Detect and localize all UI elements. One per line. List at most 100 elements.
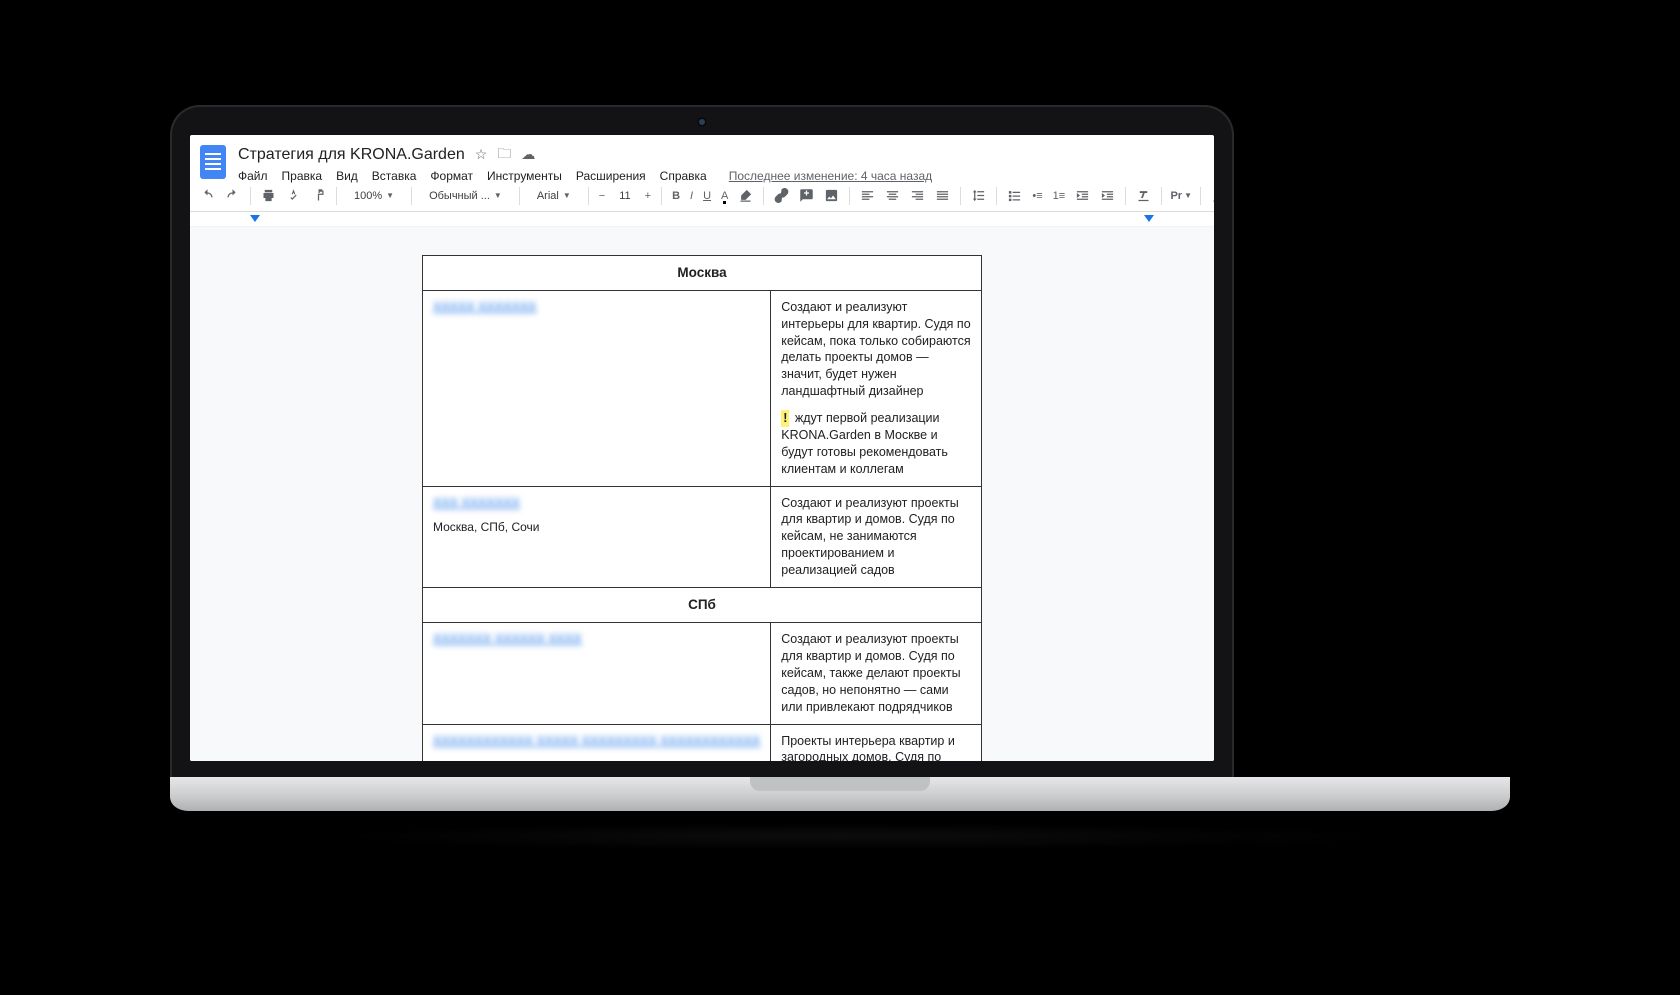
decrease-indent-icon[interactable] — [1075, 187, 1090, 205]
font-size-decrease-icon[interactable]: − — [599, 187, 605, 205]
laptop-lid: Стратегия для KRONA.Garden ☆ 🗀 ☁ Файл Пр… — [170, 105, 1234, 781]
laptop-base — [170, 777, 1510, 811]
toolbar: 100%▼ Обычный ...▼ Arial▼ − 11 + B I U A — [190, 183, 1214, 212]
separator — [1125, 187, 1126, 205]
separator — [996, 187, 997, 205]
separator — [411, 187, 412, 205]
increase-indent-icon[interactable] — [1100, 187, 1115, 205]
paint-format-icon[interactable] — [311, 187, 326, 205]
company-cell[interactable]: XXXXXXXXXXXX XXXXX XXXXXXXXX XXXXXXXXXXX… — [423, 724, 771, 761]
numbered-list-icon[interactable]: 1≡ — [1053, 187, 1066, 205]
font-size-input[interactable]: 11 — [615, 188, 634, 204]
document-title[interactable]: Стратегия для KRONA.Garden — [238, 146, 465, 164]
border-color-icon[interactable] — [1211, 187, 1214, 205]
separator — [336, 187, 337, 205]
line-spacing-icon[interactable] — [971, 187, 986, 205]
menu-insert[interactable]: Вставка — [372, 169, 417, 183]
align-left-icon[interactable] — [860, 187, 875, 205]
menu-edit[interactable]: Правка — [282, 169, 323, 183]
content-table[interactable]: Москва XXXXX XXXXXXX Создают и реализуют и… — [422, 255, 982, 761]
company-cell[interactable]: XXX XXXXXXX Москва, СПб, Сочи — [423, 486, 771, 587]
separator — [1200, 187, 1201, 205]
undo-icon[interactable] — [200, 187, 215, 205]
table-row[interactable]: XXXXX XXXXXXX Создают и реализуют интерье… — [423, 290, 982, 486]
move-icon[interactable]: 🗀 — [497, 143, 511, 167]
table-row[interactable]: XXX XXXXXXX Москва, СПб, Сочи Создают и ре… — [423, 486, 982, 587]
paragraph: Создают и реализуют проекты для квартир … — [781, 631, 971, 715]
description-cell[interactable]: Создают и реализуют интерьеры для кварти… — [771, 290, 982, 486]
company-link[interactable]: XXXXXXXXXXXX XXXXX XXXXXXXXX XXXXXXXXXXX… — [433, 733, 760, 750]
company-link[interactable]: XXXXXXX XXXXXX XXXX — [433, 631, 582, 648]
separator — [763, 187, 764, 205]
add-comment-icon[interactable] — [799, 187, 814, 205]
google-docs-logo-icon[interactable] — [200, 145, 226, 179]
menu-extensions[interactable]: Расширения — [576, 169, 646, 183]
page[interactable]: Москва XXXXX XXXXXXX Создают и реализуют и… — [422, 255, 982, 761]
text-color-icon[interactable]: A — [721, 187, 728, 205]
screen: Стратегия для KRONA.Garden ☆ 🗀 ☁ Файл Пр… — [190, 135, 1214, 761]
left-indent-marker-icon[interactable] — [250, 215, 260, 222]
description-cell[interactable]: Проекты интерьера квартир и загородных д… — [771, 724, 982, 761]
separator — [519, 187, 520, 205]
bold-icon[interactable]: B — [672, 187, 680, 205]
clear-formatting-icon[interactable] — [1136, 187, 1151, 205]
separator — [849, 187, 850, 205]
menu-help[interactable]: Справка — [660, 169, 707, 183]
separator — [588, 187, 589, 205]
separator — [960, 187, 961, 205]
menu-format[interactable]: Формат — [430, 169, 473, 183]
separator — [250, 187, 251, 205]
section-header[interactable]: Москва — [423, 255, 982, 290]
menu-view[interactable]: Вид — [336, 169, 358, 183]
menu-file[interactable]: Файл — [238, 169, 268, 183]
company-link[interactable]: XXX XXXXXXX — [433, 495, 520, 512]
title-area: Стратегия для KRONA.Garden ☆ 🗀 ☁ Файл Пр… — [238, 143, 932, 183]
description-cell[interactable]: Создают и реализуют проекты для квартир … — [771, 623, 982, 724]
align-justify-icon[interactable] — [935, 187, 950, 205]
print-icon[interactable] — [261, 187, 276, 205]
insert-link-icon[interactable] — [774, 187, 789, 205]
right-indent-marker-icon[interactable] — [1144, 215, 1154, 222]
italic-icon[interactable]: I — [690, 187, 693, 205]
company-link[interactable]: XXXXX XXXXXXX — [433, 299, 537, 316]
font-size-increase-icon[interactable]: + — [645, 187, 651, 205]
insert-image-icon[interactable] — [824, 187, 839, 205]
docs-header: Стратегия для KRONA.Garden ☆ 🗀 ☁ Файл Пр… — [190, 135, 1214, 183]
paragraph: Проекты интерьера квартир и загородных д… — [781, 733, 971, 761]
table-row[interactable]: XXXXXXX XXXXXX XXXX Создают и реализуют п… — [423, 623, 982, 724]
menu-tools[interactable]: Инструменты — [487, 169, 562, 183]
bulleted-list-icon[interactable]: •≡ — [1032, 187, 1042, 205]
document-canvas[interactable]: Москва XXXXX XXXXXXX Создают и реализуют и… — [190, 227, 1214, 761]
paragraph: Создают и реализуют проекты для квартир … — [781, 495, 971, 579]
menu-bar: Файл Правка Вид Вставка Формат Инструмен… — [238, 169, 932, 183]
section-header[interactable]: СПб — [423, 587, 982, 622]
company-cell[interactable]: XXXXX XXXXXXX — [423, 290, 771, 486]
align-center-icon[interactable] — [885, 187, 900, 205]
star-icon[interactable]: ☆ — [475, 146, 488, 163]
paragraph: ! ждут первой реализации KRONA.Garden в … — [781, 410, 971, 478]
laptop-mockup: Стратегия для KRONA.Garden ☆ 🗀 ☁ Файл Пр… — [170, 105, 1510, 851]
highlight-mark-icon: ! — [781, 410, 789, 427]
redo-icon[interactable] — [225, 187, 240, 205]
last-edit-link[interactable]: Последнее изменение: 4 часа назад — [729, 169, 932, 183]
camera-icon — [697, 117, 707, 127]
checklist-icon[interactable] — [1007, 187, 1022, 205]
zoom-select[interactable]: 100%▼ — [347, 187, 401, 205]
separator — [661, 187, 662, 205]
laptop-shadow — [250, 821, 1430, 851]
cell-fill-icon[interactable]: Pr▼ — [1172, 187, 1190, 205]
paragraph: Создают и реализуют интерьеры для кварти… — [781, 299, 971, 400]
highlight-color-icon[interactable] — [738, 187, 753, 205]
align-right-icon[interactable] — [910, 187, 925, 205]
company-cell[interactable]: XXXXXXX XXXXXX XXXX — [423, 623, 771, 724]
company-sublabel: Москва, СПб, Сочи — [433, 519, 760, 535]
underline-icon[interactable]: U — [703, 187, 711, 205]
table-row[interactable]: XXXXXXXXXXXX XXXXX XXXXXXXXX XXXXXXXXXXX… — [423, 724, 982, 761]
description-cell[interactable]: Создают и реализуют проекты для квартир … — [771, 486, 982, 587]
ruler[interactable] — [190, 212, 1214, 227]
paragraph-style-select[interactable]: Обычный ...▼ — [422, 187, 509, 205]
cloud-status-icon[interactable]: ☁ — [521, 146, 535, 163]
font-select[interactable]: Arial▼ — [530, 187, 578, 205]
title-row: Стратегия для KRONA.Garden ☆ 🗀 ☁ — [238, 143, 932, 167]
spellcheck-icon[interactable] — [286, 187, 301, 205]
